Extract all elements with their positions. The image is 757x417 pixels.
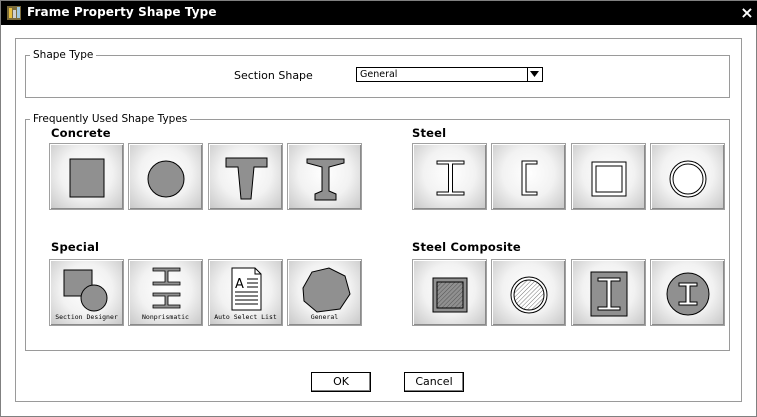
concrete-ibeam-button[interactable] xyxy=(287,143,362,210)
general-shape-caption: General xyxy=(310,313,339,321)
pipe-icon xyxy=(669,160,707,198)
title-bar: Frame Property Shape Type × xyxy=(1,1,757,25)
section-designer-button[interactable]: Section Designer xyxy=(49,259,124,326)
app-icon xyxy=(6,5,22,21)
concrete-circle-button[interactable] xyxy=(128,143,203,210)
special-heading: Special xyxy=(51,240,100,254)
channel-icon xyxy=(521,160,538,196)
concrete-heading: Concrete xyxy=(51,126,111,140)
steel-i-section-button[interactable] xyxy=(412,143,487,210)
dialog-body: Shape Type Section Shape General Frequen… xyxy=(15,38,742,402)
shape-type-legend: Shape Type xyxy=(33,49,94,61)
dialog-window: Frame Property Shape Type × Shape Type S… xyxy=(0,0,757,417)
steel-box-button[interactable] xyxy=(571,143,646,210)
section-shape-label: Section Shape xyxy=(234,69,313,82)
concrete-rectangle-button[interactable] xyxy=(49,143,124,210)
encased-i-rect-button[interactable] xyxy=(571,259,646,326)
rectangle-icon xyxy=(69,158,105,198)
general-shape-button[interactable]: General xyxy=(287,259,362,326)
auto-select-list-caption: Auto Select List xyxy=(214,313,277,321)
tee-icon xyxy=(225,157,268,200)
filled-box-button[interactable] xyxy=(412,259,487,326)
section-designer-caption: Section Designer xyxy=(55,313,118,321)
steel-channel-button[interactable] xyxy=(491,143,566,210)
window-title: Frame Property Shape Type xyxy=(27,5,217,19)
filled-pipe-button[interactable] xyxy=(491,259,566,326)
box-tube-icon xyxy=(591,161,627,197)
steel-heading: Steel xyxy=(412,126,447,140)
steel-pipe-button[interactable] xyxy=(650,143,725,210)
nonprismatic-caption: Nonprismatic xyxy=(142,313,189,321)
section-shape-value: General xyxy=(360,69,398,80)
filled-pipe-icon xyxy=(510,276,548,314)
ok-button[interactable]: OK xyxy=(311,372,371,392)
cancel-button[interactable]: Cancel xyxy=(404,372,464,392)
svg-text:A: A xyxy=(235,277,244,292)
frequent-shapes-legend: Frequently Used Shape Types xyxy=(33,113,188,125)
encased-i-rect-icon xyxy=(590,271,628,317)
concrete-tee-button[interactable] xyxy=(208,143,283,210)
nonprismatic-button[interactable]: Nonprismatic xyxy=(128,259,203,326)
section-shape-select[interactable]: General xyxy=(356,67,543,82)
filled-box-icon xyxy=(432,277,468,313)
auto-select-list-button[interactable]: A Auto Select List xyxy=(208,259,283,326)
i-section-icon xyxy=(436,160,465,196)
ibeam-icon xyxy=(306,158,345,201)
encased-i-circle-icon xyxy=(666,272,710,316)
steel-composite-heading: Steel Composite xyxy=(412,240,521,254)
close-icon[interactable]: × xyxy=(738,3,756,23)
encased-i-circle-button[interactable] xyxy=(650,259,725,326)
chevron-down-icon[interactable] xyxy=(527,68,542,81)
circle-icon xyxy=(147,160,185,198)
